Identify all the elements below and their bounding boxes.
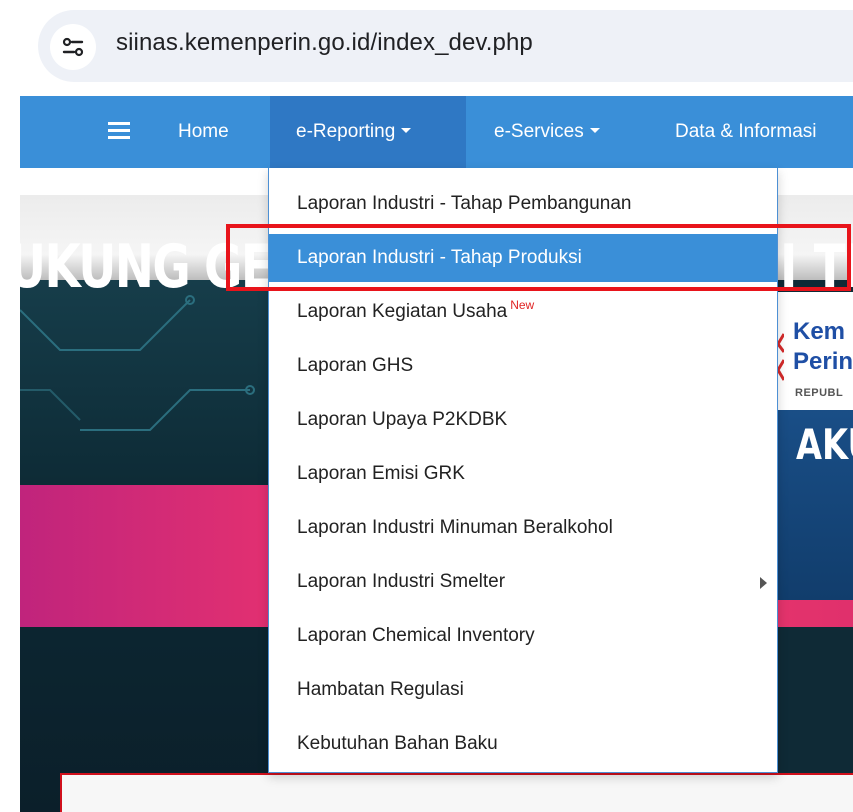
caret-down-icon bbox=[589, 128, 600, 134]
menu-item-chemical-inventory[interactable]: Laporan Chemical Inventory bbox=[269, 612, 777, 660]
menu-item-smelter[interactable]: Laporan Industri Smelter bbox=[269, 558, 777, 606]
menu-item-ghs[interactable]: Laporan GHS bbox=[269, 342, 777, 390]
menu-item-hambatan-regulasi[interactable]: Hambatan Regulasi bbox=[269, 666, 777, 714]
menu-item-emisi-grk[interactable]: Laporan Emisi GRK bbox=[269, 450, 777, 498]
circuit-lines-icon bbox=[20, 295, 255, 431]
logo-text-line3: REPUBL bbox=[795, 387, 844, 399]
menu-item-minuman-beralkohol[interactable]: Laporan Industri Minuman Beralkohol bbox=[269, 504, 777, 552]
submenu-arrow-icon bbox=[760, 577, 767, 589]
nav-e-services[interactable]: e-Services bbox=[494, 96, 600, 168]
logo-text-line2: Perin bbox=[793, 348, 853, 375]
url-text[interactable]: siinas.kemenperin.go.id/index_dev.php bbox=[116, 29, 533, 57]
tune-icon bbox=[62, 37, 84, 57]
nav-home[interactable]: Home bbox=[178, 96, 229, 168]
browser-window: siinas.kemenperin.go.id/index_dev.php Ho… bbox=[0, 0, 853, 812]
nav-e-reporting[interactable]: e-Reporting bbox=[270, 96, 466, 168]
menu-item-tahap-pembangunan[interactable]: Laporan Industri - Tahap Pembangunan bbox=[269, 180, 777, 228]
new-badge: New bbox=[510, 298, 535, 312]
logo-text-line1: Kem bbox=[793, 318, 846, 345]
caret-down-icon bbox=[401, 128, 412, 134]
site-info-button[interactable] bbox=[50, 24, 96, 70]
nav-data-informasi[interactable]: Data & Informasi bbox=[675, 96, 817, 168]
menu-item-kebutuhan-bahan-baku[interactable]: Kebutuhan Bahan Baku bbox=[269, 720, 777, 768]
menu-item-kegiatan-usaha[interactable]: Laporan Kegiatan Usaha New bbox=[269, 288, 777, 336]
popup-dialog-edge bbox=[60, 773, 853, 812]
banner-subtext: AKU bbox=[796, 420, 853, 469]
menu-item-p2kdbk[interactable]: Laporan Upaya P2KDBK bbox=[269, 396, 777, 444]
highlight-annotation-box bbox=[226, 224, 851, 291]
hamburger-icon[interactable] bbox=[108, 122, 130, 140]
